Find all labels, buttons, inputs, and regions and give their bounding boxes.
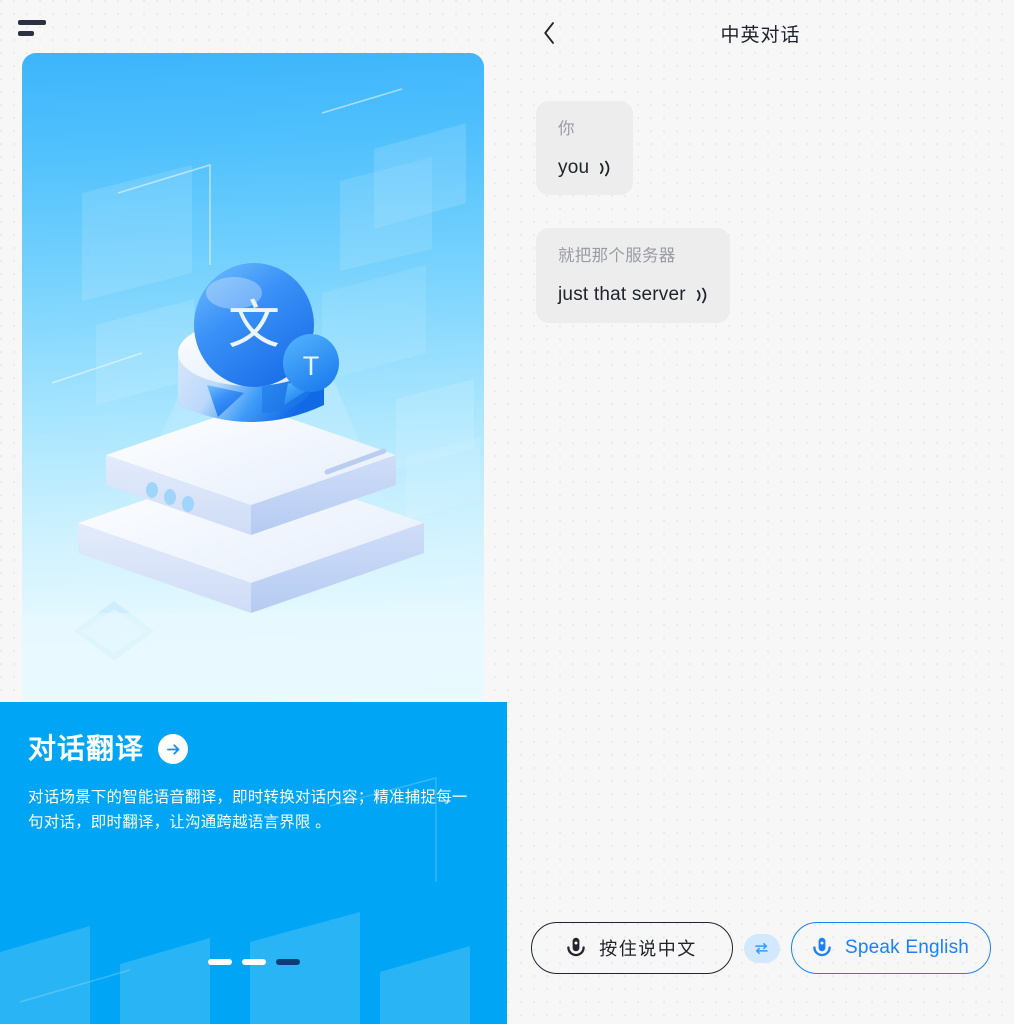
chevron-left-icon xyxy=(543,22,554,44)
voice-input-bar: 按住说中文 Speak English xyxy=(507,904,1014,1024)
promo-description: 对话场景下的智能语音翻译，即时转换对话内容；精准捕捉每一句对话，即时翻译，让沟通… xyxy=(28,788,468,831)
swap-horizontal-icon xyxy=(755,942,768,954)
right-pane: 中英对话 你 you 就把那个服务器 just that server 按住说中… xyxy=(507,0,1014,1024)
message-source-text: 你 xyxy=(558,120,575,138)
message-target-row: you xyxy=(558,157,611,180)
message-target-row: just that server xyxy=(558,284,708,307)
chat-message-bubble[interactable]: 就把那个服务器 just that server xyxy=(536,228,730,323)
app-root: 文 T 对话翻译 对话场景下的智能语音翻译，即时转换对话内容；精准捕捉每一句对话… xyxy=(0,0,1014,1024)
promo-title-row: 对话翻译 xyxy=(28,733,479,765)
promo-content: 对话翻译 对话场景下的智能语音翻译，即时转换对话内容；精准捕捉每一句对话，即时翻… xyxy=(0,702,507,835)
left-pane: 文 T 对话翻译 对话场景下的智能语音翻译，即时转换对话内容；精准捕捉每一句对话… xyxy=(0,0,507,1024)
topbar: 中英对话 xyxy=(507,0,1014,66)
microphone-icon xyxy=(567,937,585,956)
hamburger-menu-icon[interactable] xyxy=(18,20,48,38)
chat-message-list: 你 you 就把那个服务器 just that server xyxy=(507,66,1014,904)
page-title: 中英对话 xyxy=(720,24,801,46)
message-target-text: just that server xyxy=(558,284,686,306)
message-target-text: you xyxy=(558,156,590,178)
promo-title: 对话翻译 xyxy=(28,733,145,764)
translation-illustration: 文 T xyxy=(22,88,484,701)
speak-english-button[interactable]: Speak English xyxy=(790,922,991,974)
svg-text:文: 文 xyxy=(228,297,280,355)
carousel-page-indicator xyxy=(0,959,507,965)
sound-wave-icon[interactable] xyxy=(598,160,611,177)
arrow-right-icon[interactable] xyxy=(158,734,189,765)
menu-line-top xyxy=(18,20,46,25)
illustration-card: 文 T xyxy=(22,53,484,701)
back-button[interactable] xyxy=(531,14,567,52)
page-dot-1[interactable] xyxy=(207,959,232,965)
chat-message-bubble[interactable]: 你 you xyxy=(536,101,634,196)
microphone-icon xyxy=(813,937,831,956)
mic-en-label: Speak English xyxy=(844,937,970,958)
svg-text:T: T xyxy=(303,351,320,381)
mic-zh-label: 按住说中文 xyxy=(599,939,697,959)
swap-languages-button[interactable] xyxy=(743,933,780,963)
promo-panel: 对话翻译 对话场景下的智能语音翻译，即时转换对话内容；精准捕捉每一句对话，即时翻… xyxy=(0,702,507,1024)
message-source-text: 就把那个服务器 xyxy=(558,247,676,266)
sound-wave-icon[interactable] xyxy=(695,287,708,304)
menu-line-bottom xyxy=(18,31,34,36)
page-dot-2[interactable] xyxy=(241,959,266,965)
page-dot-3-active[interactable] xyxy=(275,959,300,965)
arrow-right-glyph xyxy=(166,744,179,755)
hold-to-speak-chinese-button[interactable]: 按住说中文 xyxy=(530,922,733,974)
